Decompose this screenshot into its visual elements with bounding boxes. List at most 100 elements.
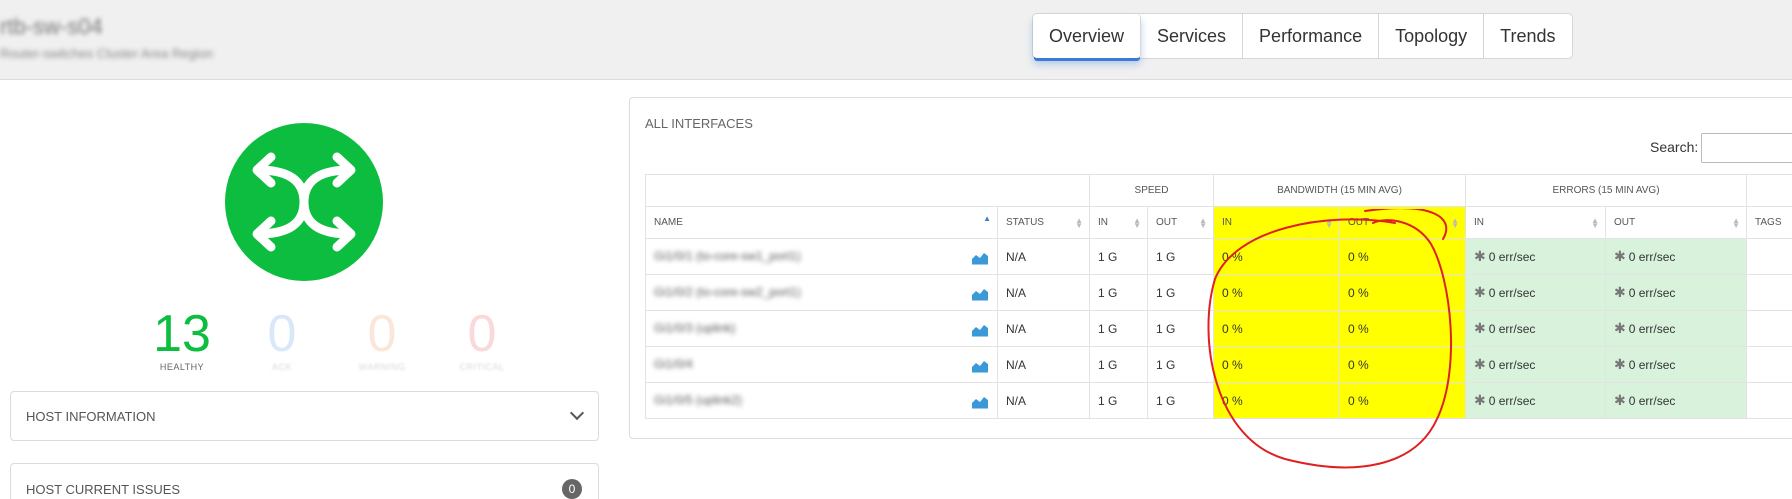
col-speed-in-label: IN [1098, 217, 1108, 228]
area-chart-icon[interactable] [971, 359, 989, 373]
table-row[interactable]: Gi1/0/1 (to-core-sw1_port1) N/A 1 G1 G0 % 0… [645, 238, 1792, 275]
count-critical-value: 0 [467, 305, 497, 363]
interface-name[interactable]: Gi1/0/3 (uplink) [654, 321, 735, 335]
speed-in: 1 G [1089, 310, 1148, 347]
col-speed-out-label: OUT [1156, 217, 1178, 228]
page-header: rtb-sw-s04 Router-switches Cluster Area … [0, 0, 1792, 80]
tab-bar: Overview Services Performance Topology T… [1032, 13, 1573, 59]
errors-out: 0 err/sec [1628, 250, 1676, 264]
group-header-empty [645, 174, 1090, 207]
errors-out: 0 err/sec [1628, 394, 1676, 408]
col-errors-in-label: IN [1474, 217, 1484, 228]
bandwidth-in: 0 % [1213, 238, 1340, 275]
count-warning-value: 0 [367, 305, 397, 363]
col-errors-out[interactable]: OUT ▲ ▼ [1605, 206, 1747, 239]
asterisk-icon: ✱ [1614, 320, 1626, 336]
col-bandwidth-in[interactable]: IN ▲ ▼ [1213, 206, 1340, 239]
tab-topology[interactable]: Topology [1379, 14, 1485, 58]
bandwidth-out: 0 % [1339, 274, 1466, 311]
tags-cell [1746, 382, 1792, 419]
table-row[interactable]: Gi1/0/4 N/A 1 G1 G0 % 0 % ✱ 0 err/sec ✱ 0 err/s… [645, 346, 1792, 383]
table-group-header-row: SPEED BANDWIDTH (15 MIN AVG) ERRORS (15 … [645, 174, 1792, 207]
table-row[interactable]: Gi1/0/5 (uplink2) N/A 1 G1 G0 % 0 % ✱ 0 err/s… [645, 382, 1792, 419]
interface-name-cell[interactable]: Gi1/0/4 [645, 346, 998, 383]
speed-in: 1 G [1089, 382, 1148, 419]
col-bandwidth-out[interactable]: OUT ▲ ▼ [1339, 206, 1466, 239]
count-healthy-label: HEALTHY [159, 362, 205, 372]
issues-count-badge: 0 [562, 479, 582, 499]
host-subtitle: Router-switches Cluster Area Region [0, 46, 214, 61]
sort-asc-icon: ▲ [983, 214, 991, 223]
chevron-down-icon[interactable] [569, 405, 585, 421]
errors-in: 0 err/sec [1488, 322, 1536, 336]
errors-out-cell: ✱ 0 err/sec [1605, 274, 1747, 311]
speed-in: 1 G [1089, 238, 1148, 275]
errors-out-cell: ✱ 0 err/sec [1605, 346, 1747, 383]
count-ack-label: ACK [271, 362, 292, 372]
errors-in-cell: ✱ 0 err/sec [1465, 346, 1606, 383]
interface-name-cell[interactable]: Gi1/0/1 (to-core-sw1_port1) [645, 238, 998, 275]
area-chart-icon[interactable] [971, 395, 989, 409]
sort-icon: ▲ ▼ [1451, 216, 1459, 230]
sort-icon: ▲ ▼ [1732, 216, 1740, 230]
errors-out: 0 err/sec [1628, 358, 1676, 372]
count-warning[interactable]: 0 WARNING [350, 306, 414, 372]
col-speed-out[interactable]: OUT ▲ ▼ [1147, 206, 1214, 239]
area-chart-icon[interactable] [971, 287, 989, 301]
all-interfaces-title: ALL INTERFACES [645, 116, 753, 131]
interface-status: N/A [997, 310, 1090, 347]
bandwidth-out: 0 % [1339, 238, 1466, 275]
tab-services[interactable]: Services [1141, 14, 1244, 58]
group-header-speed: SPEED [1089, 174, 1214, 207]
bandwidth-in: 0 % [1213, 310, 1340, 347]
area-chart-icon[interactable] [971, 251, 989, 265]
speed-in: 1 G [1089, 346, 1148, 383]
sort-icon: ▲ ▼ [1591, 216, 1599, 230]
tab-overview[interactable]: Overview [1033, 14, 1142, 58]
errors-in: 0 err/sec [1488, 394, 1536, 408]
count-ack[interactable]: 0 ACK [250, 306, 314, 372]
tab-trends[interactable]: Trends [1484, 14, 1571, 58]
tab-performance[interactable]: Performance [1243, 14, 1380, 58]
table-row[interactable]: Gi1/0/3 (uplink) N/A 1 G1 G0 % 0 % ✱ 0 err/se… [645, 310, 1792, 347]
interface-status: N/A [997, 346, 1090, 383]
asterisk-icon: ✱ [1474, 320, 1486, 336]
host-title: rtb-sw-s04 [0, 14, 103, 39]
col-speed-in[interactable]: IN ▲ ▼ [1089, 206, 1148, 239]
interface-name-cell[interactable]: Gi1/0/3 (uplink) [645, 310, 998, 347]
host-information-panel[interactable]: HOST INFORMATION [10, 391, 599, 441]
asterisk-icon: ✱ [1614, 248, 1626, 264]
area-chart-icon[interactable] [971, 323, 989, 337]
interface-status: N/A [997, 238, 1090, 275]
group-header-tags-empty [1746, 174, 1792, 207]
col-status[interactable]: STATUS ▲ ▼ [997, 206, 1090, 239]
search-input[interactable] [1701, 133, 1792, 163]
status-counts: 13 HEALTHY 0 ACK 0 WARNING 0 CRITICAL [150, 306, 514, 372]
host-current-issues-panel[interactable]: HOST CURRENT ISSUES 0 [10, 463, 599, 499]
col-errors-in[interactable]: IN ▲ ▼ [1465, 206, 1606, 239]
speed-out: 1 G [1147, 310, 1214, 347]
interface-name[interactable]: Gi1/0/4 [654, 357, 693, 371]
errors-in-cell: ✱ 0 err/sec [1465, 382, 1606, 419]
count-healthy[interactable]: 13 HEALTHY [150, 306, 214, 372]
col-tags[interactable]: TAGS [1746, 206, 1792, 239]
col-name[interactable]: NAME ▲ [645, 206, 998, 239]
errors-in-cell: ✱ 0 err/sec [1465, 274, 1606, 311]
interface-name[interactable]: Gi1/0/1 (to-core-sw1_port1) [654, 249, 801, 263]
sort-icon: ▲ ▼ [1075, 216, 1083, 230]
asterisk-icon: ✱ [1614, 392, 1626, 408]
errors-out-cell: ✱ 0 err/sec [1605, 238, 1747, 275]
table-body: Gi1/0/1 (to-core-sw1_port1) N/A 1 G1 G0 % 0… [645, 238, 1792, 419]
interface-name[interactable]: Gi1/0/5 (uplink2) [654, 393, 742, 407]
count-ack-value: 0 [267, 305, 297, 363]
col-status-label: STATUS [1006, 217, 1044, 228]
bandwidth-in: 0 % [1213, 382, 1340, 419]
interface-name-cell[interactable]: Gi1/0/2 (to-core-sw2_port1) [645, 274, 998, 311]
interface-name-cell[interactable]: Gi1/0/5 (uplink2) [645, 382, 998, 419]
errors-in-cell: ✱ 0 err/sec [1465, 238, 1606, 275]
tags-cell [1746, 274, 1792, 311]
count-critical[interactable]: 0 CRITICAL [450, 306, 514, 372]
interface-name[interactable]: Gi1/0/2 (to-core-sw2_port1) [654, 285, 801, 299]
interface-status: N/A [997, 274, 1090, 311]
table-row[interactable]: Gi1/0/2 (to-core-sw2_port1) N/A 1 G1 G0 % 0… [645, 274, 1792, 311]
